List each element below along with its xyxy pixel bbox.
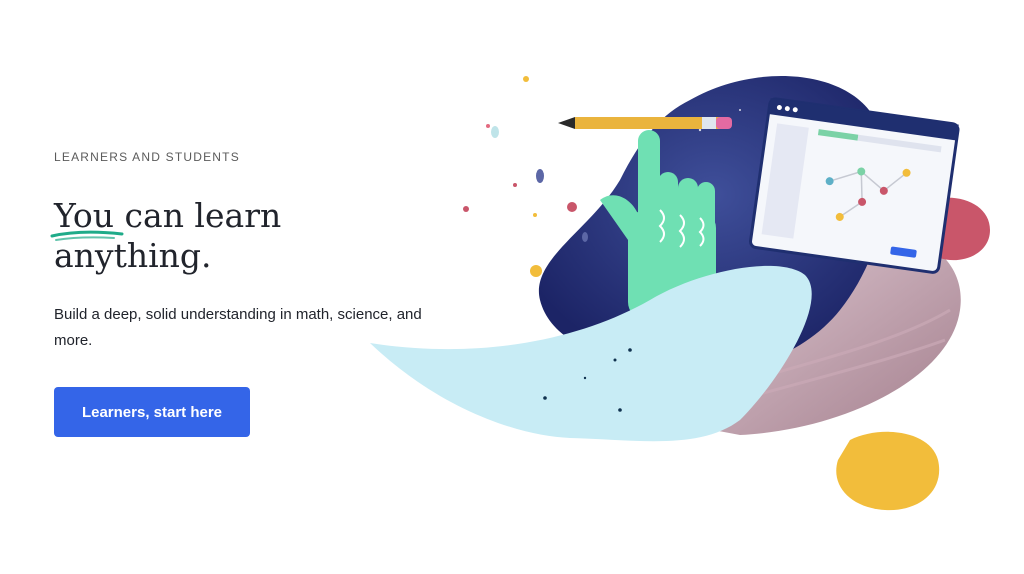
learners-start-button[interactable]: Learners, start here bbox=[54, 387, 250, 437]
yellow-stone-shape bbox=[836, 431, 940, 511]
pencil-icon bbox=[558, 117, 732, 129]
headline-highlight: You bbox=[54, 196, 115, 235]
eyebrow-label: LEARNERS AND STUDENTS bbox=[54, 150, 240, 164]
browser-window-icon bbox=[749, 97, 960, 274]
page-title: You can learn anything. bbox=[54, 196, 374, 276]
hero-illustration bbox=[370, 76, 990, 511]
